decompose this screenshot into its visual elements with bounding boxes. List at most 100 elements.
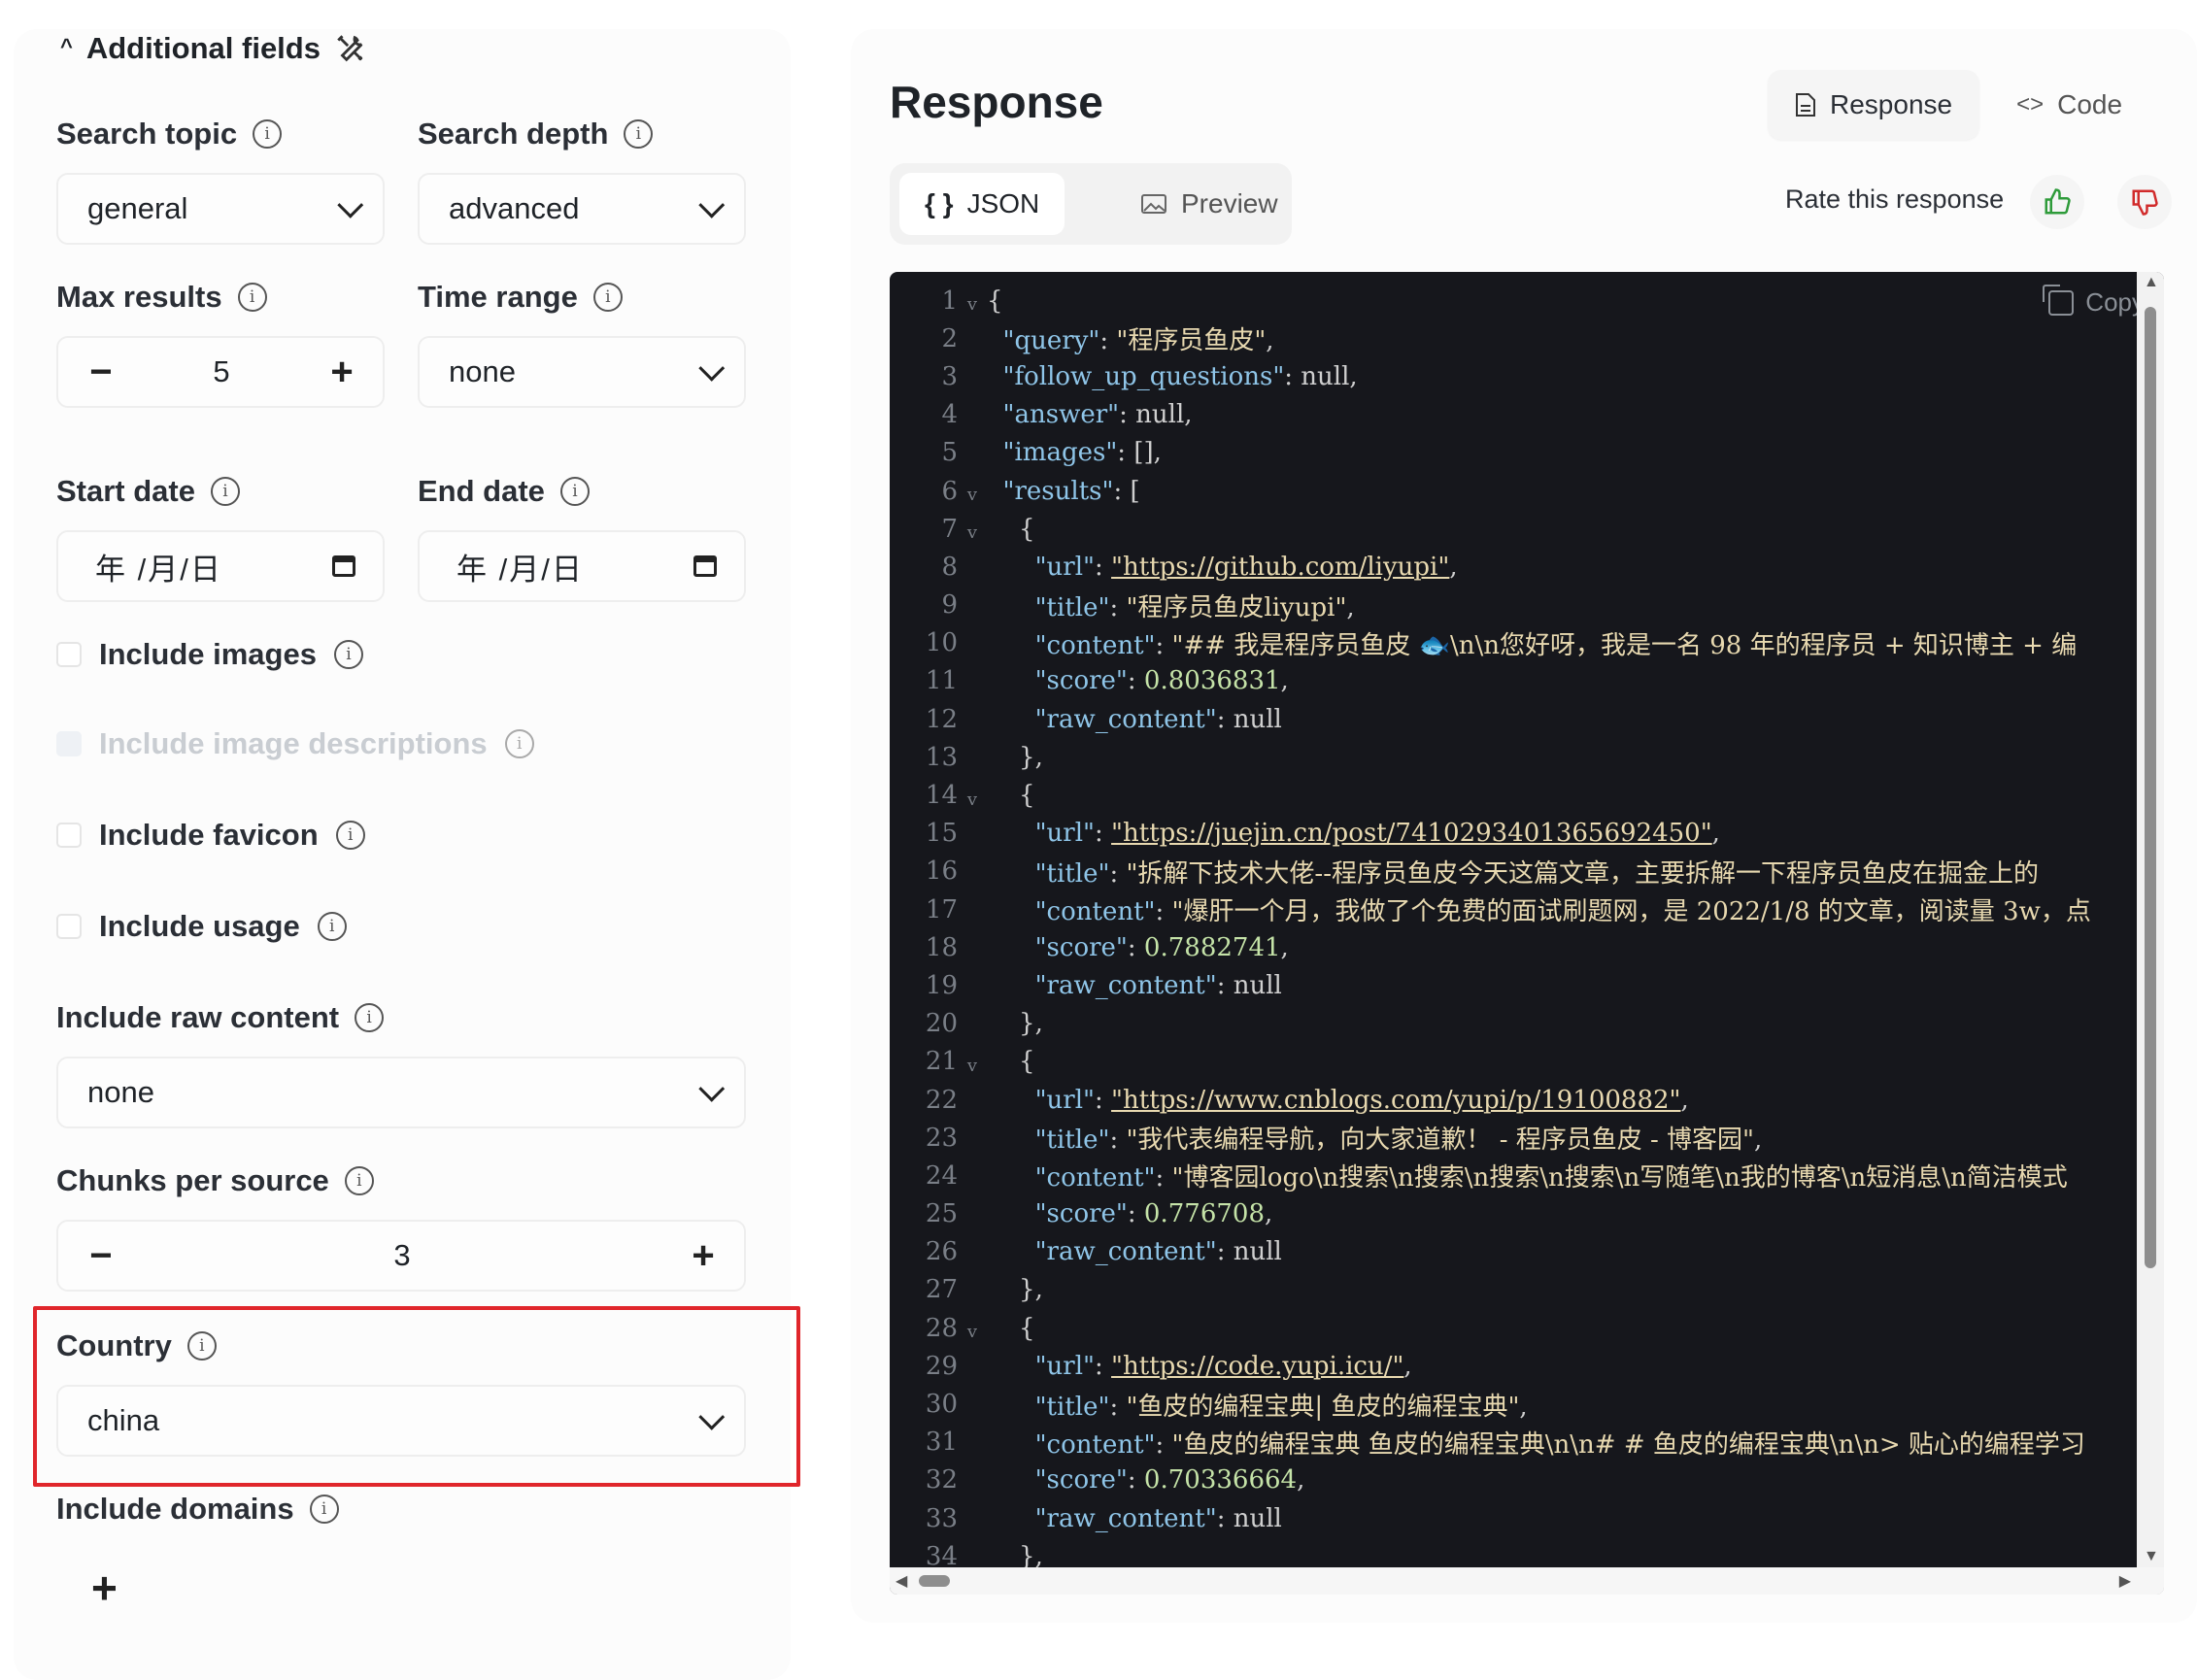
fold-toggle-icon[interactable]: v [958, 515, 987, 543]
fold-gutter [958, 373, 987, 381]
scroll-down-icon[interactable]: ▼ [2144, 1548, 2159, 1565]
thumbs-down-button[interactable] [2117, 175, 2172, 229]
info-icon[interactable]: i [317, 912, 347, 941]
increment-button[interactable]: + [684, 1234, 723, 1278]
code-token: "鱼皮的编程宝典 鱼皮的编程宝典\n\n# # 鱼皮的编程宝典\n\n> 贴心的… [1171, 1429, 2085, 1460]
chunks-per-source-label: Chunks per source i [56, 1163, 374, 1198]
include-usage-row[interactable]: Include usage i [56, 909, 347, 944]
code-text: "content": "鱼皮的编程宝典 鱼皮的编程宝典\n\n# # 鱼皮的编程… [987, 1425, 2085, 1461]
code-token: 0.70336664 [1143, 1465, 1298, 1495]
code-token: "爆肝一个月，我做了个免费的面试刷题网，是 2022/1/8 的文章，阅读量 3… [1171, 897, 2091, 927]
horizontal-scroll-thumb[interactable] [919, 1575, 950, 1587]
end-date-input[interactable]: 年 /月/日 [418, 530, 746, 602]
code-line: 1 v{ [890, 282, 2091, 319]
code-text: "title": "鱼皮的编程宝典| 鱼皮的编程宝典", [987, 1387, 1528, 1423]
code-line: 18 "score": 0.7882741, [890, 928, 2091, 966]
code-text: "url": "https://www.cnblogs.com/yupi/p/1… [987, 1086, 1689, 1115]
fold-toggle-icon[interactable]: v [958, 286, 987, 315]
scroll-left-icon[interactable]: ◀ [896, 1571, 907, 1591]
info-icon[interactable]: i [355, 1003, 385, 1032]
fold-gutter [958, 754, 987, 761]
info-icon[interactable]: i [186, 1331, 217, 1361]
chunks-per-source-stepper[interactable]: − 3 + [56, 1220, 746, 1292]
json-code-viewer[interactable]: 1 v{2 "query": "程序员鱼皮", 3 "follow_up_quest… [890, 272, 2164, 1595]
add-domain-button[interactable]: + [91, 1562, 118, 1614]
vertical-scrollbar[interactable]: ▲ ▼ [2137, 272, 2164, 1595]
scroll-right-icon[interactable]: ▶ [2119, 1571, 2131, 1591]
chunks-per-source-value[interactable]: 3 [393, 1238, 410, 1273]
code-token: "content" [1034, 1163, 1156, 1193]
include-images-row[interactable]: Include images i [56, 637, 363, 672]
thumbs-up-button[interactable] [2030, 175, 2084, 229]
url-link[interactable]: "https://code.yupi.icu/" [1111, 1352, 1403, 1381]
time-range-label: Time range i [418, 280, 623, 315]
tab-code[interactable]: <> Code [1989, 70, 2149, 140]
include-raw-content-select[interactable]: none [56, 1057, 746, 1128]
vertical-scroll-thumb[interactable] [2145, 307, 2156, 1268]
code-token: : [1095, 1085, 1112, 1115]
info-icon[interactable]: i [344, 1166, 374, 1195]
search-topic-select[interactable]: general [56, 173, 385, 245]
code-token: : [1155, 630, 1172, 660]
line-number: 4 [941, 400, 958, 430]
line-number: 23 [925, 1123, 958, 1153]
fold-gutter [958, 1438, 987, 1446]
info-icon[interactable]: i [592, 283, 623, 312]
include-favicon-checkbox[interactable] [56, 823, 82, 848]
code-token: : [1109, 858, 1127, 889]
preview-button[interactable]: Preview [1115, 173, 1303, 235]
info-icon[interactable]: i [253, 119, 283, 149]
tab-response[interactable]: Response [1768, 70, 1980, 140]
info-icon[interactable]: i [210, 477, 240, 506]
max-results-value[interactable]: 5 [213, 354, 229, 389]
info-icon[interactable]: i [559, 477, 590, 506]
code-token: , [1297, 1465, 1305, 1495]
increment-button[interactable]: + [322, 351, 361, 394]
search-depth-select[interactable]: advanced [418, 173, 746, 245]
fold-toggle-icon[interactable]: v [958, 1314, 987, 1342]
json-button[interactable]: { } JSON [899, 173, 1065, 235]
info-icon[interactable]: i [335, 821, 365, 850]
fold-gutter [958, 1134, 987, 1142]
code-token: , [1680, 1085, 1689, 1115]
fold-toggle-icon[interactable]: v [958, 477, 987, 505]
copy-button[interactable]: Copy [2043, 284, 2145, 318]
url-link[interactable]: "https://github.com/liyupi" [1111, 553, 1449, 582]
decrement-button[interactable]: − [82, 351, 120, 394]
code-token: "程序员鱼皮liyupi" [1126, 592, 1347, 622]
scroll-up-icon[interactable]: ▲ [2144, 274, 2159, 291]
fold-toggle-icon[interactable]: v [958, 782, 987, 810]
url-link[interactable]: "https://juejin.cn/post/7410293401365692… [1111, 819, 1712, 848]
include-usage-checkbox[interactable] [56, 914, 82, 939]
code-line: 22 "url": "https://www.cnblogs.com/yupi/… [890, 1081, 2091, 1119]
info-icon[interactable]: i [504, 729, 534, 758]
info-icon[interactable]: i [624, 119, 654, 149]
info-icon[interactable]: i [309, 1495, 339, 1524]
code-token: : [1127, 1465, 1144, 1495]
code-token: "程序员鱼皮" [1116, 326, 1267, 356]
line-number: 26 [925, 1237, 958, 1267]
url-link[interactable]: "https://www.cnblogs.com/yupi/p/19100882… [1111, 1086, 1680, 1115]
max-results-stepper[interactable]: − 5 + [56, 336, 385, 408]
code-text: "score": 0.70336664, [987, 1465, 1305, 1495]
start-date-input[interactable]: 年 /月/日 [56, 530, 385, 602]
code-token: , [1403, 1351, 1412, 1381]
code-text: "score": 0.8036831, [987, 666, 1289, 695]
code-line: 29 "url": "https://code.yupi.icu/", [890, 1347, 2091, 1385]
info-icon[interactable]: i [333, 640, 363, 669]
include-favicon-row[interactable]: Include favicon i [56, 818, 365, 853]
code-line: 4 "answer": null, [890, 396, 2091, 434]
code-token: : [ [1113, 476, 1140, 506]
fold-toggle-icon[interactable]: v [958, 1048, 987, 1076]
time-range-select[interactable]: none [418, 336, 746, 408]
additional-fields-toggle[interactable]: ^ Additional fields [60, 31, 367, 66]
calendar-icon[interactable] [332, 555, 355, 577]
calendar-icon[interactable] [693, 555, 717, 577]
info-icon[interactable]: i [237, 283, 267, 312]
horizontal-scrollbar[interactable]: ◀ ▶ [890, 1567, 2164, 1595]
country-select[interactable]: china [56, 1385, 746, 1457]
include-images-checkbox[interactable] [56, 642, 82, 667]
decrement-button[interactable]: − [82, 1234, 120, 1278]
